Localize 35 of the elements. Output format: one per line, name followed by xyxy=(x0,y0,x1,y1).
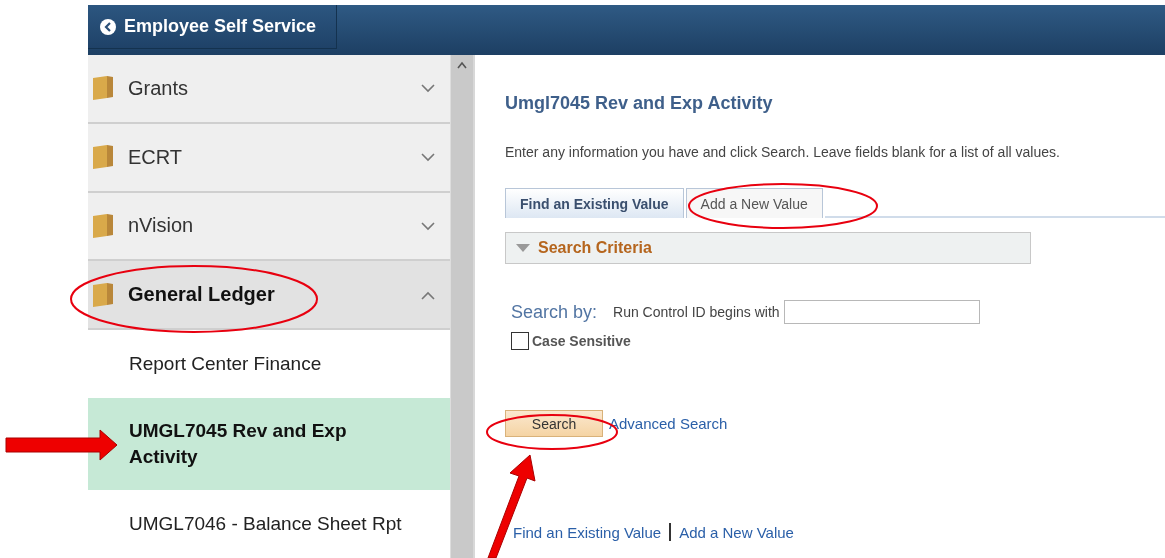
chevron-icon xyxy=(420,289,436,300)
checkbox-label: Case Sensitive xyxy=(532,333,631,349)
bottom-link[interactable]: Add a New Value xyxy=(679,523,794,541)
folder-icon xyxy=(92,75,114,102)
folder-item[interactable]: ECRT xyxy=(88,123,450,193)
folder-icon xyxy=(92,212,114,239)
bottom-link[interactable]: Find an Existing Value xyxy=(513,523,662,541)
instructions-text: Enter any information you have and click Search. Leave fields blank for a list of all values. xyxy=(505,144,1061,160)
field-label: Run Control ID begins with xyxy=(613,304,780,320)
chevron-icon xyxy=(420,152,436,163)
folder-icon xyxy=(92,144,114,171)
checkbox[interactable] xyxy=(511,332,529,350)
folder-item[interactable]: nVision xyxy=(88,192,450,262)
advanced-search-link[interactable]: Advanced Search xyxy=(609,415,728,432)
folder-item[interactable]: Grants xyxy=(88,55,450,124)
page-title: Umgl7045 Rev and Exp Activity xyxy=(505,93,774,114)
scroll-up-icon[interactable] xyxy=(456,61,468,69)
back-icon xyxy=(100,18,116,35)
chevron-icon xyxy=(420,220,436,231)
back-button[interactable]: Employee Self Service xyxy=(88,5,338,49)
search-by-label: Search by: xyxy=(511,301,598,323)
tab[interactable]: Add a New Value xyxy=(685,188,823,218)
folder-icon xyxy=(92,281,114,308)
folder-item[interactable]: General Ledger xyxy=(88,261,450,330)
menu-item[interactable]: UMGL7045 Rev and Exp Activity xyxy=(88,398,450,490)
chevron-icon xyxy=(420,83,436,94)
section-header[interactable]: Search Criteria xyxy=(505,232,1031,264)
input-field[interactable] xyxy=(783,300,980,324)
tab[interactable]: Find an Existing Value xyxy=(505,188,684,218)
menu-item[interactable]: UMGL7046 - Balance Sheet Rpt xyxy=(88,490,450,558)
menu-item[interactable]: Report Center Finance xyxy=(88,330,450,398)
scrollbar[interactable] xyxy=(450,55,473,558)
section-title: Search Criteria xyxy=(538,239,652,257)
triangle-icon xyxy=(516,244,530,252)
search-button[interactable]: Search xyxy=(505,410,603,437)
